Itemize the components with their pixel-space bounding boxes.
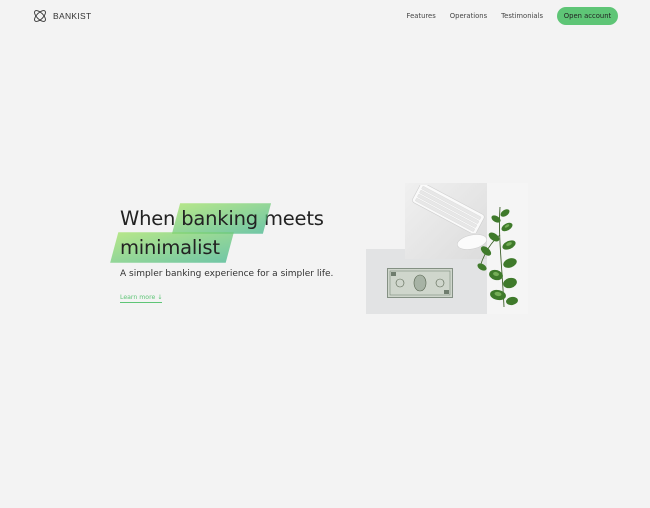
top-nav: BANKIST Features Operations Testimonials… bbox=[0, 0, 650, 32]
hero-title-word: When bbox=[120, 207, 176, 230]
nav-link-testimonials[interactable]: Testimonials bbox=[501, 12, 543, 20]
open-account-button[interactable]: Open account bbox=[557, 7, 618, 25]
nav-link-features[interactable]: Features bbox=[407, 12, 436, 20]
hero-title-highlight: minimalist bbox=[120, 233, 220, 262]
hero-subtitle: A simpler banking experience for a simpl… bbox=[120, 269, 334, 279]
hero-image bbox=[366, 183, 528, 314]
hero-title: When banking meets minimalist bbox=[120, 204, 324, 262]
plant-illustration bbox=[477, 206, 518, 308]
dollar-bill-illustration bbox=[387, 268, 453, 298]
learn-more-link[interactable]: Learn more ↓ bbox=[120, 294, 163, 303]
bankist-logo-icon bbox=[32, 8, 48, 24]
hero-title-word: meets bbox=[263, 207, 324, 230]
brand-name: BANKIST bbox=[53, 11, 92, 21]
hero-title-highlight: banking bbox=[181, 204, 258, 233]
nav-link-operations[interactable]: Operations bbox=[450, 12, 487, 20]
logo[interactable]: BANKIST bbox=[32, 8, 91, 24]
nav-links: Features Operations Testimonials Open ac… bbox=[407, 7, 618, 25]
